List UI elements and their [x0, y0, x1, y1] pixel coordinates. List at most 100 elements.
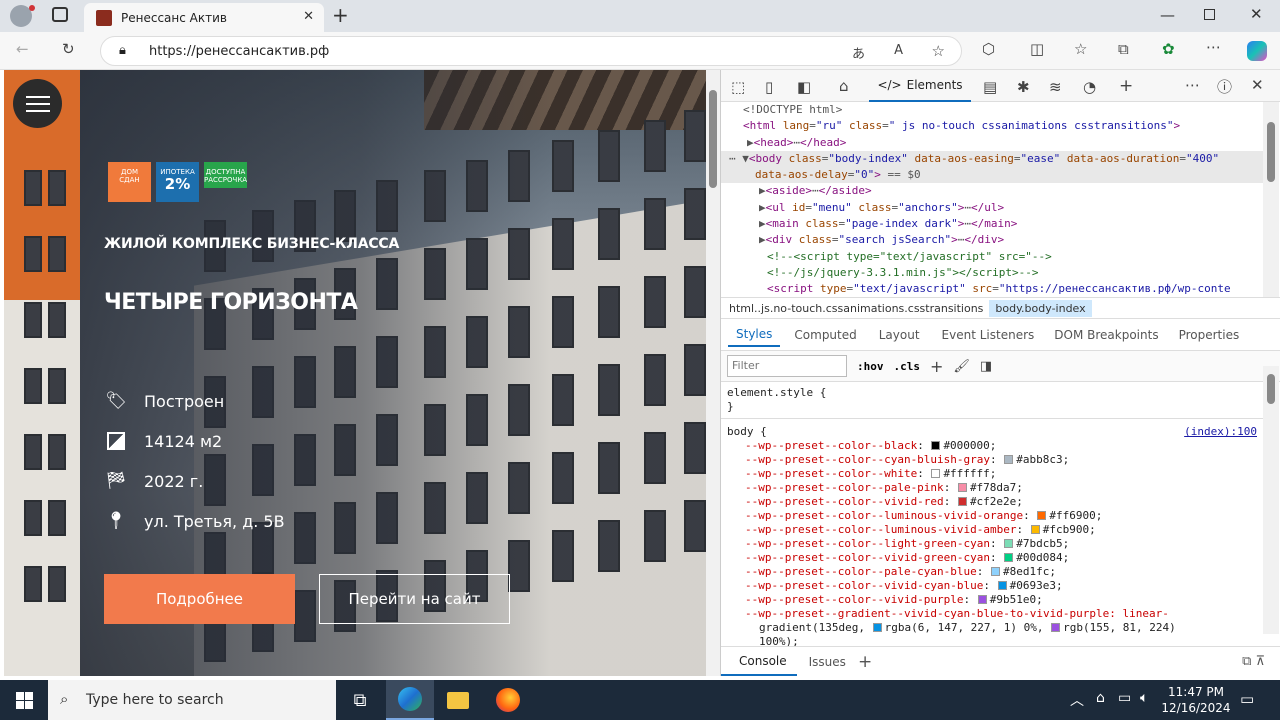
color-swatch[interactable] — [931, 441, 941, 450]
performance-gauge-icon[interactable]: ◔ — [1083, 78, 1096, 96]
close-devtools-icon[interactable]: ✕ — [1251, 76, 1264, 94]
color-swatch[interactable] — [1004, 539, 1014, 548]
css-property[interactable]: --wp--preset--color--vivid-purple: #9b51… — [721, 593, 1263, 607]
color-swatch[interactable] — [991, 567, 1001, 576]
css-property[interactable]: --wp--preset--gradient--vivid-cyan-blue-… — [721, 607, 1263, 621]
display-icon[interactable]: ▭ — [1118, 690, 1131, 706]
filter-input[interactable]: Filter — [727, 355, 847, 377]
styles-scrollbar[interactable] — [1263, 366, 1279, 634]
dock-icon[interactable]: ◧ — [797, 78, 811, 96]
tab-styles[interactable]: Styles — [728, 323, 781, 347]
add-tool-icon[interactable]: + — [1119, 76, 1133, 96]
tab-actions-icon[interactable] — [52, 7, 68, 22]
new-rule-icon[interactable]: + — [930, 357, 943, 376]
hamburger-menu-button[interactable] — [13, 79, 62, 128]
css-property[interactable]: --wp--preset--color--pale-pink: #f78da7; — [721, 481, 1263, 495]
tab-dom-breakpoints[interactable]: DOM Breakpoints — [1042, 328, 1166, 342]
dom-line[interactable]: <!--<script type="text/javascript" src="… — [721, 249, 1263, 265]
color-swatch[interactable] — [1030, 525, 1040, 534]
copilot-icon[interactable] — [1247, 41, 1267, 61]
device-emulation-icon[interactable]: ▯ — [765, 78, 773, 96]
dom-line[interactable]: <!--/js/jquery-3.3.1.min.js"></script>--… — [721, 265, 1263, 281]
color-swatch[interactable] — [957, 497, 967, 506]
tab-layout[interactable]: Layout — [865, 328, 928, 342]
dom-line[interactable]: data-aos-delay="0"> == $0 — [721, 167, 1263, 184]
dom-line[interactable]: <html lang="ru" class=" js no-touch cssa… — [721, 118, 1263, 134]
network-wifi-icon[interactable]: ≋ — [1049, 78, 1062, 96]
dom-line[interactable]: ▶<ul id="menu" class="anchors">⋯</ul> — [721, 200, 1263, 216]
hov-button[interactable]: :hov — [857, 360, 884, 373]
console-icon[interactable]: ▤ — [983, 78, 997, 96]
dom-line[interactable]: <!DOCTYPE html> — [721, 102, 1263, 118]
task-view-icon[interactable]: ⧉ — [336, 680, 384, 720]
minimize-icon[interactable]: — — [1160, 6, 1175, 24]
add-drawer-tab-icon[interactable]: + — [858, 652, 872, 672]
volume-icon[interactable]: 🔈︎ — [1140, 690, 1148, 706]
back-icon[interactable]: ← — [16, 40, 29, 58]
css-property[interactable]: --wp--preset--color--vivid-green-cyan: #… — [721, 551, 1263, 565]
browser-tab[interactable]: Ренессанс Актив ✕ — [84, 3, 324, 32]
network-icon[interactable]: ⌂ — [1096, 690, 1105, 706]
collections-icon[interactable]: ⧉ — [1118, 40, 1129, 58]
dom-line[interactable]: <script type="text/javascript" src="http… — [721, 281, 1263, 297]
source-link[interactable]: (index):100 — [1184, 425, 1257, 439]
color-swatch[interactable] — [977, 595, 987, 604]
dom-line[interactable]: ⋯ ▼<body class="body-index" data-aos-eas… — [721, 150, 1263, 168]
more-details-button[interactable]: Подробнее — [104, 574, 295, 624]
color-swatch[interactable] — [1051, 623, 1061, 632]
file-explorer-icon[interactable] — [434, 680, 482, 720]
close-tab-icon[interactable]: ✕ — [303, 9, 314, 24]
dom-line[interactable]: ▶<main class="page-index dark">⋯</main> — [721, 216, 1263, 232]
color-swatch[interactable] — [1037, 511, 1047, 520]
tab-event-listeners[interactable]: Event Listeners — [928, 328, 1043, 342]
favorites-icon[interactable]: ☆ — [1074, 40, 1087, 58]
inspect-icon[interactable]: ⬚ — [731, 78, 745, 96]
color-swatch[interactable] — [997, 581, 1007, 590]
dom-scrollbar[interactable] — [1263, 102, 1279, 298]
refresh-icon[interactable]: ↻ — [62, 40, 75, 58]
translate-icon[interactable]: あ — [852, 43, 865, 62]
css-property[interactable]: --wp--preset--color--luminous-vivid-oran… — [721, 509, 1263, 523]
css-property[interactable]: --wp--preset--color--luminous-vivid-ambe… — [721, 523, 1263, 537]
devtools-more-icon[interactable]: ⋯ — [1185, 76, 1200, 94]
dock-drawer-icon[interactable]: ⧉ ⊼ — [1242, 654, 1265, 669]
tab-computed[interactable]: Computed — [780, 328, 864, 342]
css-property[interactable]: --wp--preset--color--vivid-cyan-blue: #0… — [721, 579, 1263, 593]
css-property[interactable]: --wp--preset--color--white: #ffffff; — [721, 467, 1263, 481]
breadcrumb-body[interactable]: body.body-index — [989, 299, 1092, 317]
lock-icon[interactable]: 🔒︎ — [119, 43, 126, 58]
taskbar-search[interactable]: ⌕ Type here to search — [48, 680, 336, 720]
welcome-home-icon[interactable]: ⌂ — [839, 77, 849, 95]
close-window-icon[interactable]: ✕ — [1250, 5, 1263, 23]
breadcrumb-html[interactable]: html..js.no-touch.cssanimations.csstrans… — [729, 302, 983, 315]
paint-brush-icon[interactable]: 🖌︎ — [953, 359, 970, 374]
windows-start-icon[interactable] — [0, 680, 48, 720]
split-screen-icon[interactable]: ◫ — [1030, 40, 1044, 58]
dom-line[interactable]: ▶<head>⋯</head> — [721, 135, 1263, 151]
read-aloud-icon[interactable]: A — [894, 43, 903, 58]
css-property[interactable]: --wp--preset--color--vivid-red: #cf2e2e; — [721, 495, 1263, 509]
color-swatch[interactable] — [931, 469, 941, 478]
page-scrollbar[interactable] — [706, 70, 720, 676]
go-to-site-button[interactable]: Перейти на сайт — [319, 574, 510, 624]
clock[interactable]: 11:47 PM 12/16/2024 — [1156, 684, 1236, 716]
element-style-selector[interactable]: element.style { — [721, 386, 1263, 400]
more-menu-icon[interactable]: ⋯ — [1206, 38, 1221, 56]
css-property[interactable]: --wp--preset--color--pale-cyan-blue: #8e… — [721, 565, 1263, 579]
color-swatch[interactable] — [1004, 455, 1014, 464]
dom-line[interactable]: ▶<aside>⋯</aside> — [721, 183, 1263, 199]
bug-icon[interactable]: ✱ — [1017, 78, 1030, 96]
css-property[interactable]: --wp--preset--color--light-green-cyan: #… — [721, 537, 1263, 551]
dom-line[interactable]: ▶<div class="search jsSearch">⋯</div> — [721, 232, 1263, 248]
firefox-app-icon[interactable] — [484, 680, 532, 720]
extensions-icon[interactable]: ⬡ — [982, 40, 995, 58]
edge-app-icon[interactable] — [386, 680, 434, 720]
page-scrollbar-thumb[interactable] — [709, 90, 717, 188]
tab-console[interactable]: Console — [721, 648, 797, 676]
new-tab-button[interactable]: + — [332, 3, 349, 27]
color-swatch[interactable] — [957, 483, 967, 492]
toggle-sidebar-icon[interactable]: ◨ — [980, 359, 992, 374]
color-swatch[interactable] — [872, 623, 882, 632]
help-icon[interactable]: ⓘ — [1217, 76, 1232, 97]
css-property[interactable]: --wp--preset--color--cyan-bluish-gray: #… — [721, 453, 1263, 467]
